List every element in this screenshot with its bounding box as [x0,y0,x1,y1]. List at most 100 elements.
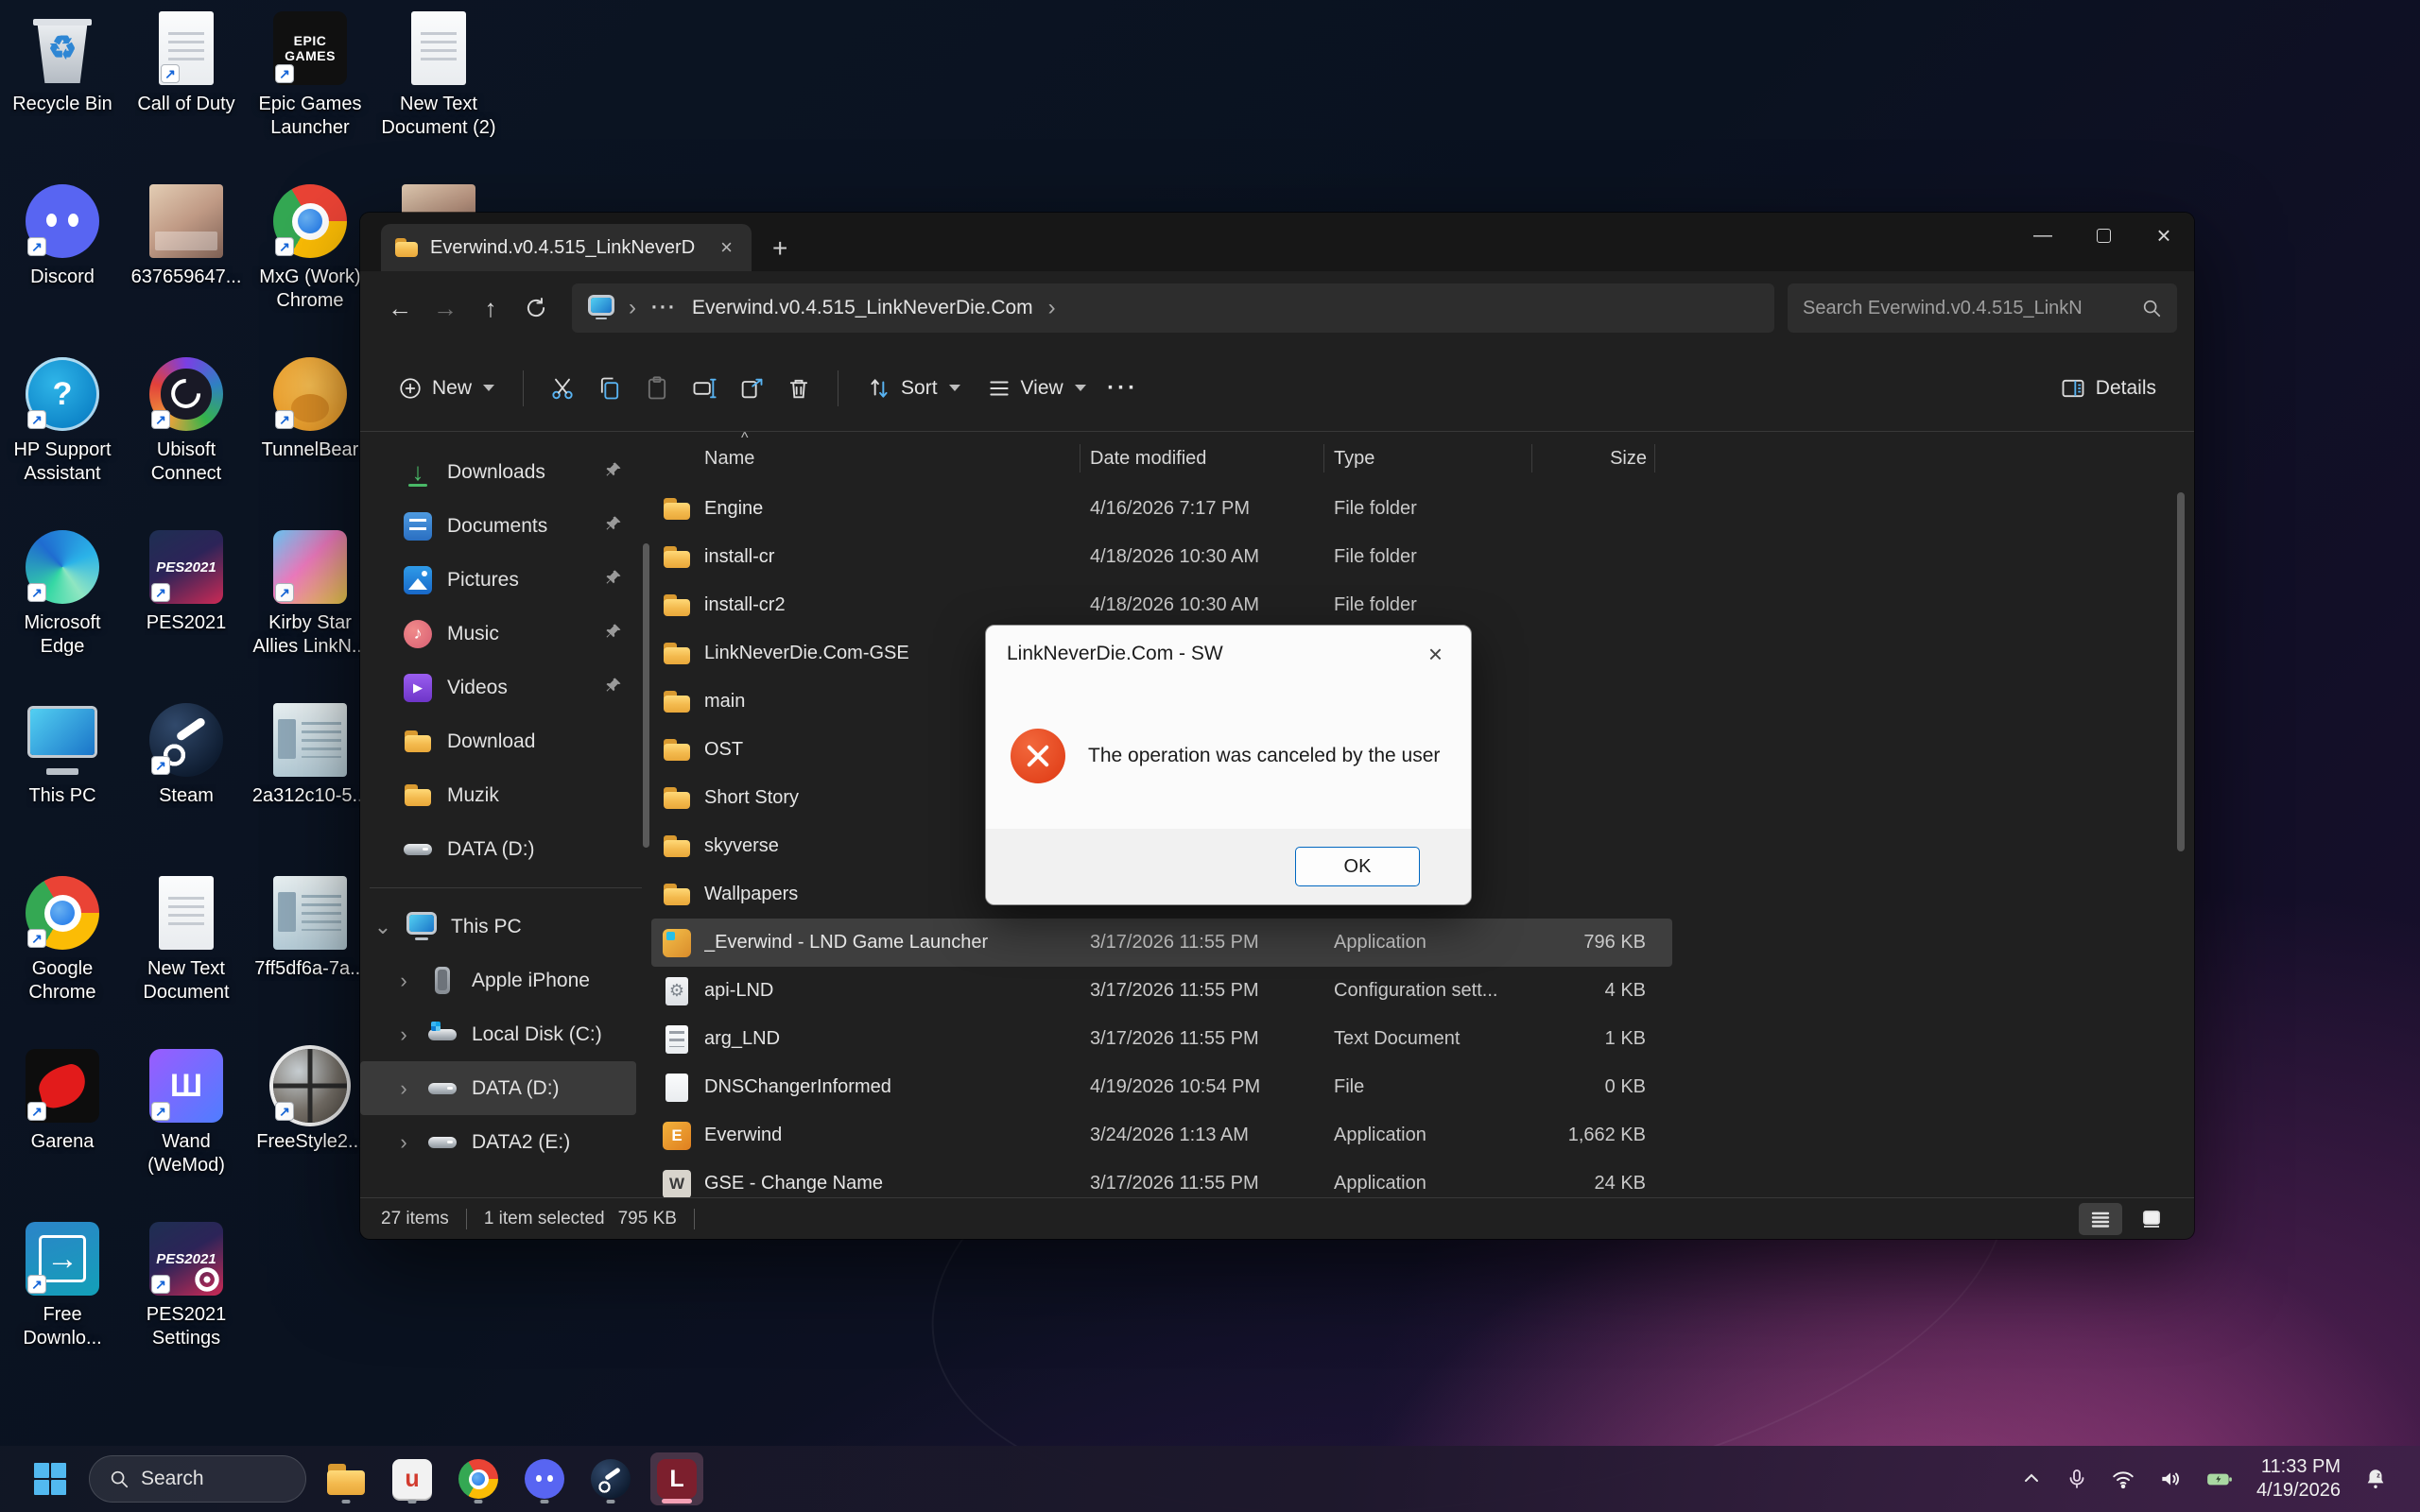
search-input[interactable] [1803,298,2132,319]
wifi-tray-icon[interactable] [2111,1467,2135,1491]
ok-button[interactable]: OK [1295,847,1420,886]
new-tab-button[interactable]: + [772,235,787,262]
desktop-icon[interactable]: Ubisoft Connect [124,353,249,526]
taskbar-app-button[interactable] [584,1452,637,1505]
taskbar-search[interactable]: Search [89,1455,306,1503]
paste-button[interactable] [633,365,681,412]
sidebar-item[interactable]: DATA (D:) [360,822,636,876]
up-button[interactable]: ↑ [468,285,513,331]
sidebar-item[interactable]: Videos [360,661,636,714]
details-view-button[interactable] [2079,1203,2122,1235]
file-row[interactable]: arg_LND 3/17/2026 11:55 PM Text Document… [651,1015,1672,1063]
file-row[interactable]: DNSChangerInformed 4/19/2026 10:54 PM Fi… [651,1063,1672,1111]
file-list-scrollbar[interactable] [2177,492,2185,851]
sidebar-item-drive[interactable]: › DATA2 (E:) [360,1115,636,1169]
new-button[interactable]: New [385,367,508,410]
column-header-size[interactable]: Size [1532,444,1655,472]
desktop-icon[interactable]: TunnelBear [248,353,372,526]
breadcrumb[interactable]: › ··· Everwind.v0.4.515_LinkNeverDie.Com… [572,284,1774,333]
close-button[interactable]: × [2134,213,2194,258]
clock[interactable]: 11:33 PM 4/19/2026 [2256,1455,2341,1503]
desktop-icon[interactable]: Call of Duty [124,8,249,180]
desktop-icon[interactable]: Kirby Star Allies LinkN... [248,526,372,699]
desktop-icon[interactable]: MxG (Work) Chrome [248,180,372,353]
sidebar-item-drive[interactable]: › Local Disk (C:) [360,1007,636,1061]
details-pane-button[interactable]: Details [2047,366,2169,411]
desktop-icon[interactable]: Discord [0,180,125,353]
hidden-icons-chevron[interactable] [2020,1468,2043,1490]
file-row[interactable]: Engine 4/16/2026 7:17 PM File folder [651,485,1672,533]
file-row[interactable]: install-cr 4/18/2026 10:30 AM File folde… [651,533,1672,581]
see-more-button[interactable]: ··· [1099,365,1147,412]
search-box[interactable] [1788,284,2177,333]
file-row[interactable]: install-cr2 4/18/2026 10:30 AM File fold… [651,581,1672,629]
desktop-icon[interactable]: Microsoft Edge [0,526,125,699]
share-button[interactable] [728,365,775,412]
taskbar-app-button[interactable]: u [386,1452,439,1505]
volume-tray-icon[interactable] [2158,1467,2183,1491]
desktop-icon[interactable]: FreeStyle2... [248,1045,372,1218]
file-row[interactable]: _Everwind - LND Game Launcher 3/17/2026 … [651,919,1672,967]
battery-tray-icon[interactable] [2205,1467,2234,1491]
sidebar-item[interactable]: Muzik [360,768,636,822]
start-button[interactable] [25,1453,76,1504]
dialog-title-bar[interactable]: LinkNeverDie.Com - SW × [986,626,1471,682]
file-row[interactable]: E Everwind 3/24/2026 1:13 AM Application… [651,1111,1672,1160]
rename-button[interactable] [681,365,728,412]
file-row[interactable]: api-LND 3/17/2026 11:55 PM Configuration… [651,967,1672,1015]
delete-button[interactable] [775,365,822,412]
back-button[interactable]: ← [377,285,423,331]
maximize-button[interactable] [2073,213,2134,258]
tab-close-icon[interactable]: × [715,235,738,260]
sort-button[interactable]: Sort [854,367,974,410]
microphone-tray-icon[interactable] [2066,1468,2088,1490]
desktop-icon[interactable]: PES2021 PES2021 Settings [124,1218,249,1391]
sidebar-item[interactable]: Documents [360,499,636,553]
desktop-icon[interactable]: 2a312c10-5... [248,699,372,872]
desktop-icon[interactable]: 7ff5df6a-7a... [248,872,372,1045]
breadcrumb-path[interactable]: Everwind.v0.4.515_LinkNeverDie.Com [692,297,1033,319]
taskbar-app-button[interactable] [518,1452,571,1505]
desktop-icon[interactable]: EPIC GAMES Epic Games Launcher [248,8,372,180]
sidebar-item[interactable]: Downloads [360,445,636,499]
taskbar-app-button[interactable] [320,1452,372,1505]
chevron-expanded-icon[interactable]: ⌄ [373,915,392,939]
sidebar-item-this-pc[interactable]: ⌄ This PC [360,900,636,954]
sidebar-item[interactable]: Download [360,714,636,768]
desktop-icon[interactable]: New Text Document (2) [376,8,501,180]
minimize-button[interactable]: — [2013,213,2073,258]
sidebar-item[interactable]: Music [360,607,636,661]
cut-button[interactable] [539,365,586,412]
sidebar-scrollbar[interactable] [643,543,649,848]
sidebar-item-drive[interactable]: › Apple iPhone [360,954,636,1007]
file-row[interactable]: W GSE - Change Name 3/17/2026 11:55 PM A… [651,1160,1672,1197]
desktop-icon[interactable]: 637659647... [124,180,249,353]
column-header-name[interactable]: Name [663,444,1080,472]
chevron-collapsed-icon[interactable]: › [394,1022,413,1047]
chevron-collapsed-icon[interactable]: › [394,969,413,993]
desktop-icon[interactable]: → Free Downlo... [0,1218,125,1391]
forward-button[interactable]: → [423,285,468,331]
dialog-close-button[interactable]: × [1421,640,1450,669]
desktop-icon[interactable]: Google Chrome [0,872,125,1045]
desktop-icon[interactable]: This PC [0,699,125,872]
sidebar-item[interactable]: Pictures [360,553,636,607]
desktop-icon[interactable]: ? HP Support Assistant [0,353,125,526]
copy-button[interactable] [586,365,633,412]
desktop-icon[interactable]: PES2021 PES2021 [124,526,249,699]
sidebar-item-drive[interactable]: › DATA (D:) [360,1061,636,1115]
column-header-date-modified[interactable]: Date modified [1080,444,1324,472]
taskbar-app-button[interactable]: L [650,1452,703,1505]
breadcrumb-overflow-icon[interactable]: ··· [651,297,677,319]
view-button[interactable]: View [974,367,1099,410]
desktop-icon[interactable]: Ш Wand (WeMod) [124,1045,249,1218]
explorer-tab[interactable]: Everwind.v0.4.515_LinkNeverD × [381,224,752,271]
column-header-type[interactable]: Type [1324,444,1532,472]
taskbar-app-button[interactable] [452,1452,505,1505]
desktop-icon[interactable]: Steam [124,699,249,872]
notification-bell-icon[interactable]: z [2363,1467,2388,1491]
desktop-icon[interactable]: ♻ Recycle Bin [0,8,125,180]
desktop-icon[interactable]: Garena [0,1045,125,1218]
large-icons-view-button[interactable] [2130,1203,2173,1235]
chevron-collapsed-icon[interactable]: › [394,1130,413,1155]
